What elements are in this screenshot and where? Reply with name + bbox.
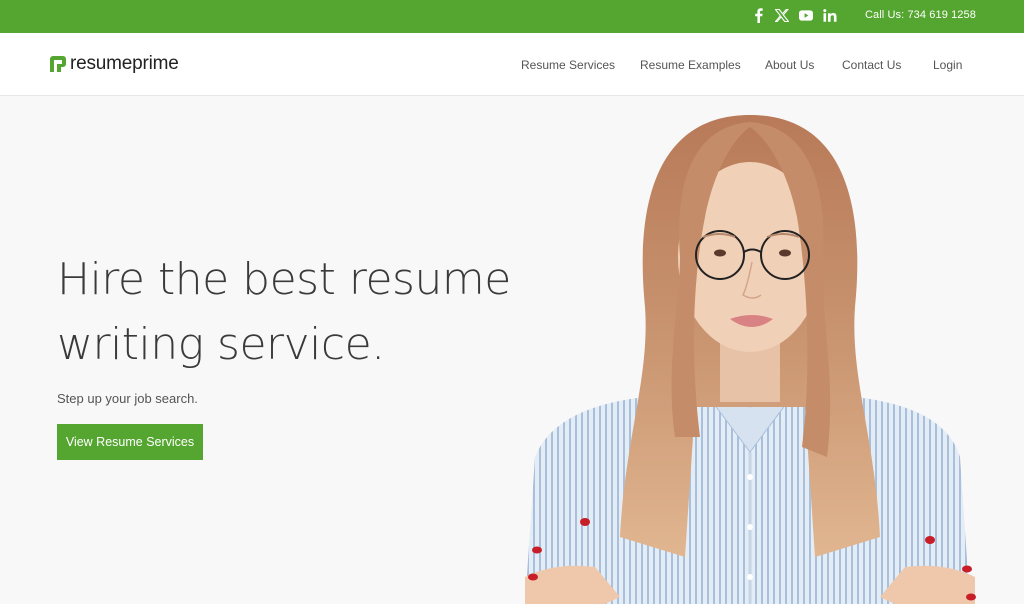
- nail: [528, 573, 538, 581]
- logo-icon: [50, 56, 66, 72]
- main-header: resumeprime Resume Services Resume Examp…: [0, 33, 1024, 96]
- shirt-button: [747, 524, 753, 530]
- logo[interactable]: resumeprime: [50, 53, 179, 75]
- hero-subheadline: Step up your job search.: [57, 391, 198, 406]
- youtube-icon[interactable]: [799, 7, 813, 23]
- nav-contact-us[interactable]: Contact Us: [842, 58, 901, 72]
- nail: [925, 536, 935, 544]
- hero-headline: Hire the best resume writing service.: [57, 247, 537, 377]
- social-links: [751, 7, 837, 23]
- nav-login[interactable]: Login: [933, 58, 962, 72]
- call-us-phone[interactable]: Call Us: 734 619 1258: [865, 9, 976, 21]
- linkedin-icon[interactable]: [823, 7, 837, 23]
- view-resume-services-button[interactable]: View Resume Services: [57, 424, 203, 460]
- nail: [966, 593, 976, 601]
- shirt-button: [747, 574, 753, 580]
- facebook-icon[interactable]: [751, 7, 765, 23]
- nav-resume-examples[interactable]: Resume Examples: [640, 58, 741, 72]
- hero-headline-line-1: Hire the best resume: [57, 254, 511, 305]
- nail: [532, 546, 542, 554]
- nav-about-us[interactable]: About Us: [765, 58, 814, 72]
- hero-portrait-image: [525, 115, 976, 604]
- left-eye: [714, 249, 726, 257]
- nav-resume-services[interactable]: Resume Services: [521, 58, 615, 72]
- hero-headline-line-2: writing service.: [57, 319, 385, 370]
- right-eye: [779, 249, 791, 257]
- x-twitter-icon[interactable]: [775, 7, 789, 23]
- nail: [580, 518, 590, 526]
- nail: [962, 565, 972, 573]
- top-bar: Call Us: 734 619 1258: [0, 0, 1024, 33]
- logo-text: resumeprime: [70, 53, 179, 74]
- hero-section: Hire the best resume writing service. St…: [0, 97, 1024, 604]
- shirt-button: [747, 474, 753, 480]
